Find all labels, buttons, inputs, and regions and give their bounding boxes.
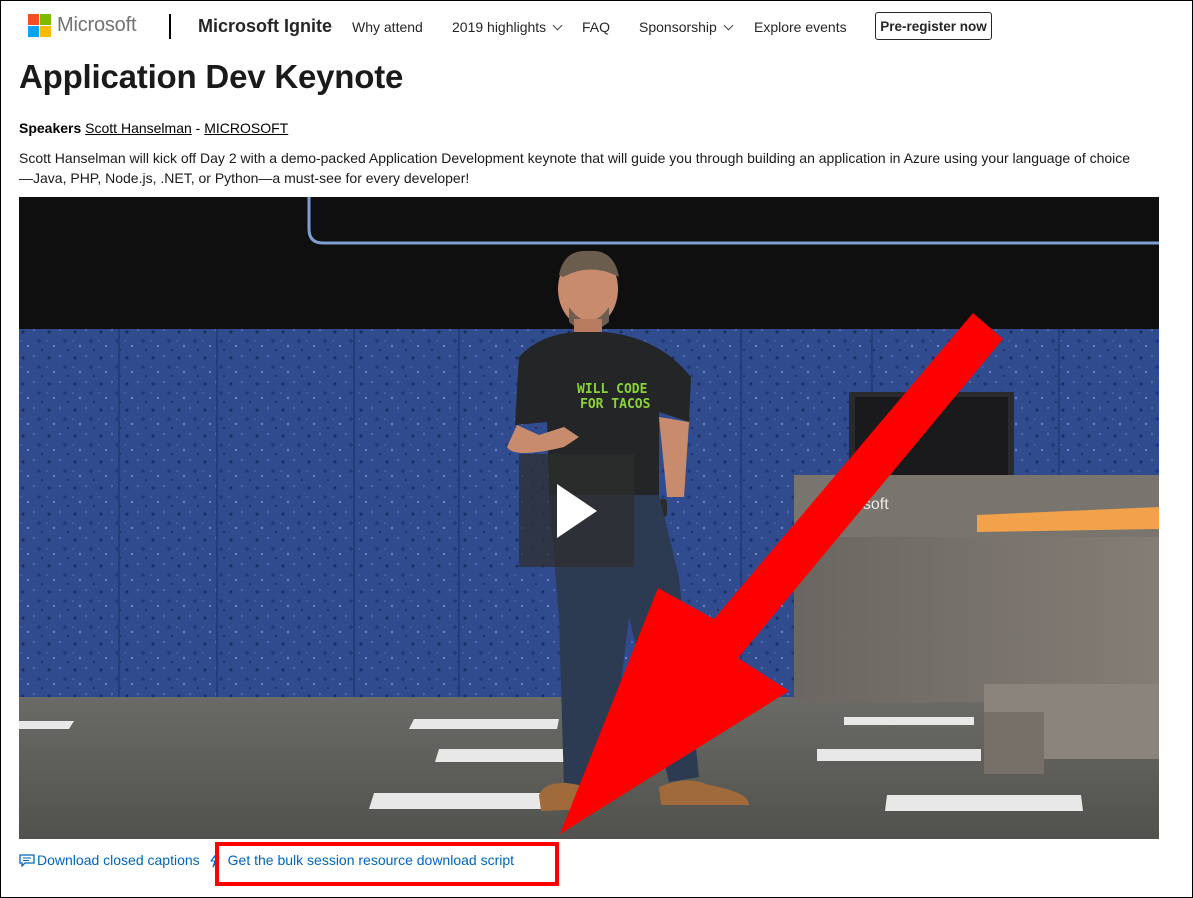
- shirt-text-line2: FOR TACOS: [580, 397, 651, 412]
- nav-label: Sponsorship: [639, 19, 717, 35]
- nav-why-attend[interactable]: Why attend: [352, 19, 423, 35]
- microsoft-logo-icon: [28, 14, 51, 37]
- site-header: Microsoft Microsoft Ignite Why attend 20…: [0, 0, 1193, 56]
- chevron-down-icon: [723, 20, 734, 30]
- microsoft-logo[interactable]: Microsoft: [28, 14, 137, 37]
- speakers-line: Speakers Scott Hanselman - MICROSOFT: [19, 120, 288, 136]
- microsoft-wordmark: Microsoft: [57, 14, 137, 36]
- nav-label: FAQ: [582, 19, 611, 35]
- closed-captions-icon: [19, 853, 35, 867]
- page-title: Application Dev Keynote: [19, 58, 404, 95]
- site-name-link[interactable]: Microsoft Ignite: [198, 16, 332, 37]
- shirt-text-line1: WILL CODE: [577, 382, 647, 397]
- chevron-down-icon: [552, 20, 563, 30]
- nav-faq[interactable]: FAQ: [582, 19, 610, 35]
- session-description: Scott Hanselman will kick off Day 2 with…: [19, 150, 1131, 186]
- nav-sponsorship[interactable]: Sponsorship: [639, 19, 734, 35]
- speaker-company-link[interactable]: MICROSOFT: [204, 120, 288, 136]
- annotation-highlight-box: [215, 842, 559, 886]
- nav-label: Why attend: [352, 19, 423, 35]
- header-divider: [169, 14, 171, 39]
- pre-register-button[interactable]: Pre-register now: [875, 12, 992, 40]
- nav-label: Explore events: [754, 19, 847, 35]
- nav-explore-events[interactable]: Explore events: [754, 19, 847, 35]
- download-captions-link[interactable]: Download closed captions: [37, 852, 200, 868]
- podium-logo-text: osoft: [854, 496, 889, 513]
- play-icon: [556, 483, 597, 538]
- speaker-separator: -: [191, 120, 205, 136]
- speaker-name-link[interactable]: Scott Hanselman: [85, 120, 192, 136]
- video-player[interactable]: osoft WILL CODE FOR TACOS: [19, 197, 1159, 839]
- nav-label: 2019 highlights: [452, 19, 547, 35]
- play-button[interactable]: [519, 454, 634, 567]
- speakers-label: Speakers: [19, 120, 82, 136]
- nav-2019-highlights[interactable]: 2019 highlights: [452, 19, 563, 35]
